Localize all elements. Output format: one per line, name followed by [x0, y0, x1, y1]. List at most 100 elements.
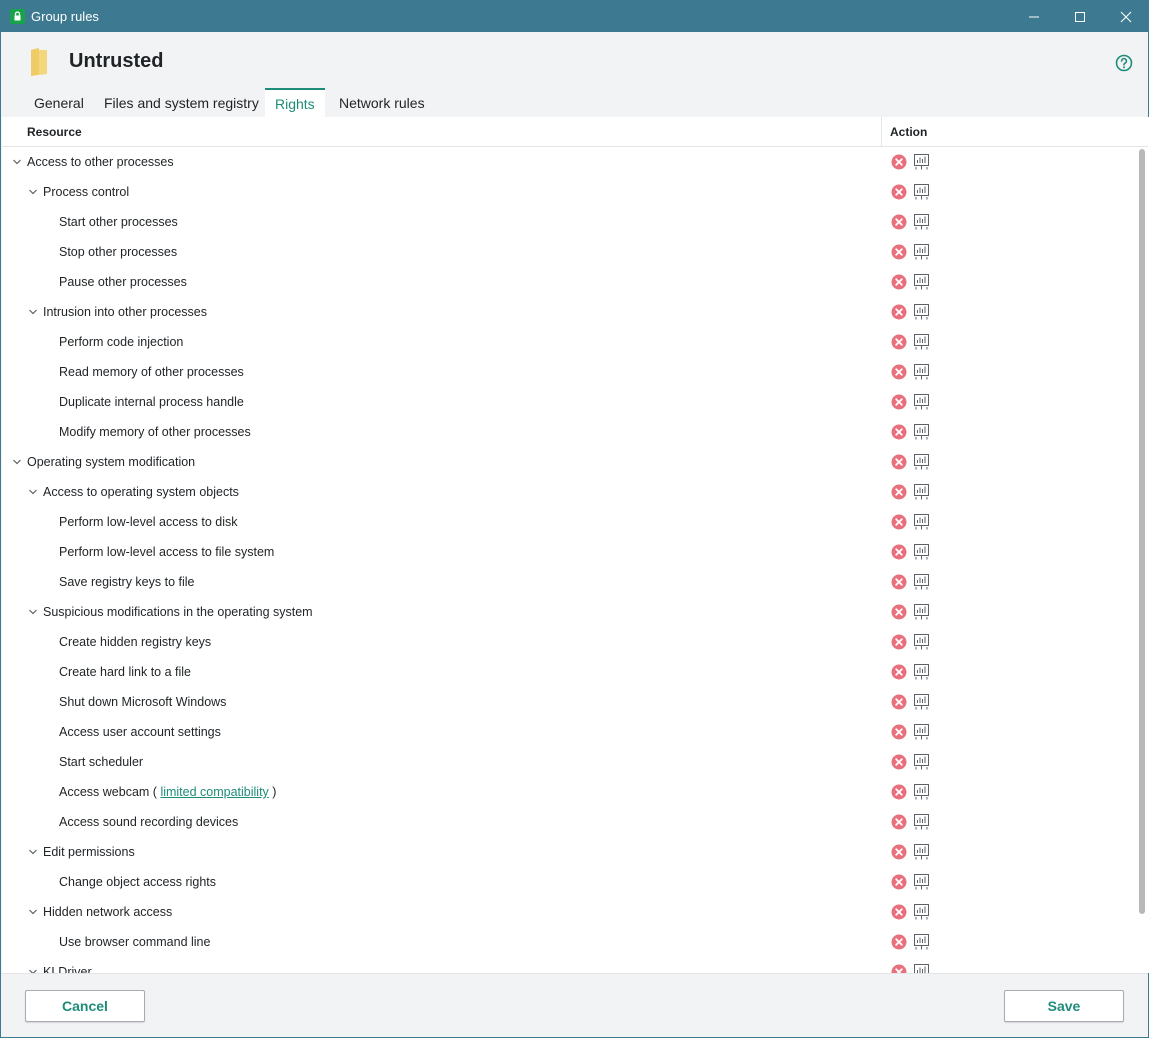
table-row[interactable]: Access to operating system objects [2, 477, 1136, 507]
block-icon[interactable] [891, 154, 907, 170]
column-header-action[interactable]: Action [890, 125, 927, 139]
log-icon[interactable] [913, 783, 930, 800]
log-icon[interactable] [913, 153, 930, 170]
table-row[interactable]: Stop other processes [2, 237, 1136, 267]
table-row[interactable]: Suspicious modifications in the operatin… [2, 597, 1136, 627]
table-row[interactable]: Shut down Microsoft Windows [2, 687, 1136, 717]
log-icon[interactable] [913, 273, 930, 290]
block-icon[interactable] [891, 484, 907, 500]
table-row[interactable]: Edit permissions [2, 837, 1136, 867]
block-icon[interactable] [891, 724, 907, 740]
log-icon[interactable] [913, 183, 930, 200]
help-icon[interactable] [1115, 54, 1133, 72]
save-button[interactable]: Save [1004, 990, 1124, 1022]
table-row[interactable]: Process control [2, 177, 1136, 207]
chevron-down-icon[interactable] [28, 488, 38, 496]
log-icon[interactable] [913, 333, 930, 350]
block-icon[interactable] [891, 604, 907, 620]
block-icon[interactable] [891, 304, 907, 320]
log-icon[interactable] [913, 363, 930, 380]
table-row[interactable]: KLDriver [2, 957, 1136, 973]
scrollbar-thumb[interactable] [1139, 149, 1145, 914]
close-button[interactable] [1103, 1, 1149, 32]
table-row[interactable]: Access sound recording devices [2, 807, 1136, 837]
log-icon[interactable] [913, 393, 930, 410]
table-row[interactable]: Pause other processes [2, 267, 1136, 297]
log-icon[interactable] [913, 933, 930, 950]
block-icon[interactable] [891, 574, 907, 590]
block-icon[interactable] [891, 244, 907, 260]
log-icon[interactable] [913, 963, 930, 973]
block-icon[interactable] [891, 514, 907, 530]
minimize-button[interactable] [1011, 1, 1057, 32]
log-icon[interactable] [913, 543, 930, 560]
log-icon[interactable] [913, 663, 930, 680]
block-icon[interactable] [891, 934, 907, 950]
table-row[interactable]: Access webcam ( limited compatibility ) [2, 777, 1136, 807]
table-row[interactable]: Read memory of other processes [2, 357, 1136, 387]
table-row[interactable]: Save registry keys to file [2, 567, 1136, 597]
table-row[interactable]: Start other processes [2, 207, 1136, 237]
log-icon[interactable] [913, 693, 930, 710]
column-header-resource[interactable]: Resource [27, 125, 82, 139]
block-icon[interactable] [891, 784, 907, 800]
block-icon[interactable] [891, 274, 907, 290]
table-row[interactable]: Duplicate internal process handle [2, 387, 1136, 417]
log-icon[interactable] [913, 633, 930, 650]
log-icon[interactable] [913, 813, 930, 830]
tab-files-and-system-registry[interactable]: Files and system registry [94, 88, 269, 118]
log-icon[interactable] [913, 423, 930, 440]
table-row[interactable]: Access to other processes [2, 147, 1136, 177]
table-row[interactable]: Start scheduler [2, 747, 1136, 777]
log-icon[interactable] [913, 213, 930, 230]
block-icon[interactable] [891, 694, 907, 710]
block-icon[interactable] [891, 874, 907, 890]
block-icon[interactable] [891, 634, 907, 650]
limited-compatibility-link[interactable]: limited compatibility [160, 785, 268, 799]
chevron-down-icon[interactable] [28, 188, 38, 196]
block-icon[interactable] [891, 364, 907, 380]
vertical-scrollbar[interactable] [1136, 147, 1148, 973]
block-icon[interactable] [891, 214, 907, 230]
table-row[interactable]: Perform low-level access to file system [2, 537, 1136, 567]
block-icon[interactable] [891, 844, 907, 860]
block-icon[interactable] [891, 424, 907, 440]
block-icon[interactable] [891, 184, 907, 200]
log-icon[interactable] [913, 843, 930, 860]
block-icon[interactable] [891, 904, 907, 920]
table-row[interactable]: Create hard link to a file [2, 657, 1136, 687]
maximize-button[interactable] [1057, 1, 1103, 32]
tab-general[interactable]: General [24, 88, 94, 118]
table-row[interactable]: Perform code injection [2, 327, 1136, 357]
chevron-down-icon[interactable] [28, 908, 38, 916]
log-icon[interactable] [913, 903, 930, 920]
table-row[interactable]: Intrusion into other processes [2, 297, 1136, 327]
block-icon[interactable] [891, 394, 907, 410]
log-icon[interactable] [913, 873, 930, 890]
chevron-down-icon[interactable] [28, 848, 38, 856]
table-row[interactable]: Perform low-level access to disk [2, 507, 1136, 537]
log-icon[interactable] [913, 753, 930, 770]
table-row[interactable]: Modify memory of other processes [2, 417, 1136, 447]
log-icon[interactable] [913, 603, 930, 620]
tab-rights[interactable]: Rights [265, 88, 325, 118]
table-row[interactable]: Hidden network access [2, 897, 1136, 927]
table-row[interactable]: Change object access rights [2, 867, 1136, 897]
block-icon[interactable] [891, 814, 907, 830]
block-icon[interactable] [891, 964, 907, 973]
block-icon[interactable] [891, 544, 907, 560]
log-icon[interactable] [913, 303, 930, 320]
table-row[interactable]: Use browser command line [2, 927, 1136, 957]
log-icon[interactable] [913, 573, 930, 590]
table-row[interactable]: Create hidden registry keys [2, 627, 1136, 657]
block-icon[interactable] [891, 664, 907, 680]
title-bar[interactable]: Group rules [1, 1, 1148, 32]
column-divider[interactable] [881, 117, 882, 147]
log-icon[interactable] [913, 513, 930, 530]
chevron-down-icon[interactable] [12, 158, 22, 166]
table-row[interactable]: Operating system modification [2, 447, 1136, 477]
cancel-button[interactable]: Cancel [25, 990, 145, 1022]
chevron-down-icon[interactable] [28, 608, 38, 616]
table-row[interactable]: Access user account settings [2, 717, 1136, 747]
log-icon[interactable] [913, 483, 930, 500]
